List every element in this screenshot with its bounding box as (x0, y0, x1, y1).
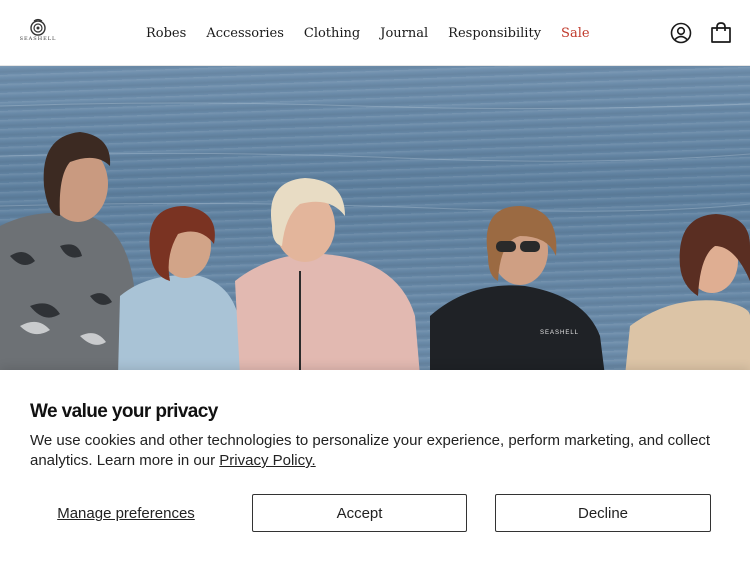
user-icon (670, 22, 692, 44)
nav-item-responsibility[interactable]: Responsibility (447, 22, 542, 45)
person-black-robe: SEASHELL (430, 206, 605, 376)
manage-preferences-button[interactable]: Manage preferences (30, 494, 222, 532)
decline-button[interactable]: Decline (495, 494, 711, 532)
site-header: SEASHELL Robes Accessories Clothing Jour… (0, 0, 750, 66)
shopping-bag-icon (711, 22, 731, 43)
robe-print-text: SEASHELL (540, 330, 579, 336)
privacy-policy-link[interactable]: Privacy Policy. (219, 452, 315, 469)
accept-button[interactable]: Accept (252, 494, 467, 532)
hero-image: SEASHELL (0, 66, 750, 376)
person-blue-robe (118, 206, 245, 376)
nav-item-journal[interactable]: Journal (379, 22, 429, 45)
brand-logo[interactable]: SEASHELL (18, 18, 58, 44)
nav-item-robes[interactable]: Robes (145, 22, 187, 45)
main-nav: Robes Accessories Clothing Journal Respo… (136, 0, 600, 66)
logo-wordmark: SEASHELL (19, 36, 57, 42)
nav-item-accessories[interactable]: Accessories (205, 22, 285, 45)
shell-logo-icon (30, 18, 46, 36)
hero-photo-illustration: SEASHELL (0, 102, 750, 376)
person-pink-robe (235, 178, 420, 376)
consent-body-text: We use cookies and other technologies to… (30, 432, 711, 469)
nav-item-sale[interactable]: Sale (560, 22, 591, 45)
cookie-consent-banner: We value your privacy We use cookies and… (0, 370, 750, 563)
account-button[interactable] (670, 22, 692, 44)
consent-body: We use cookies and other technologies to… (30, 431, 720, 471)
cart-button[interactable] (709, 21, 733, 45)
person-beige-robe (625, 214, 750, 376)
nav-item-clothing[interactable]: Clothing (303, 22, 361, 45)
consent-title: We value your privacy (30, 401, 218, 422)
